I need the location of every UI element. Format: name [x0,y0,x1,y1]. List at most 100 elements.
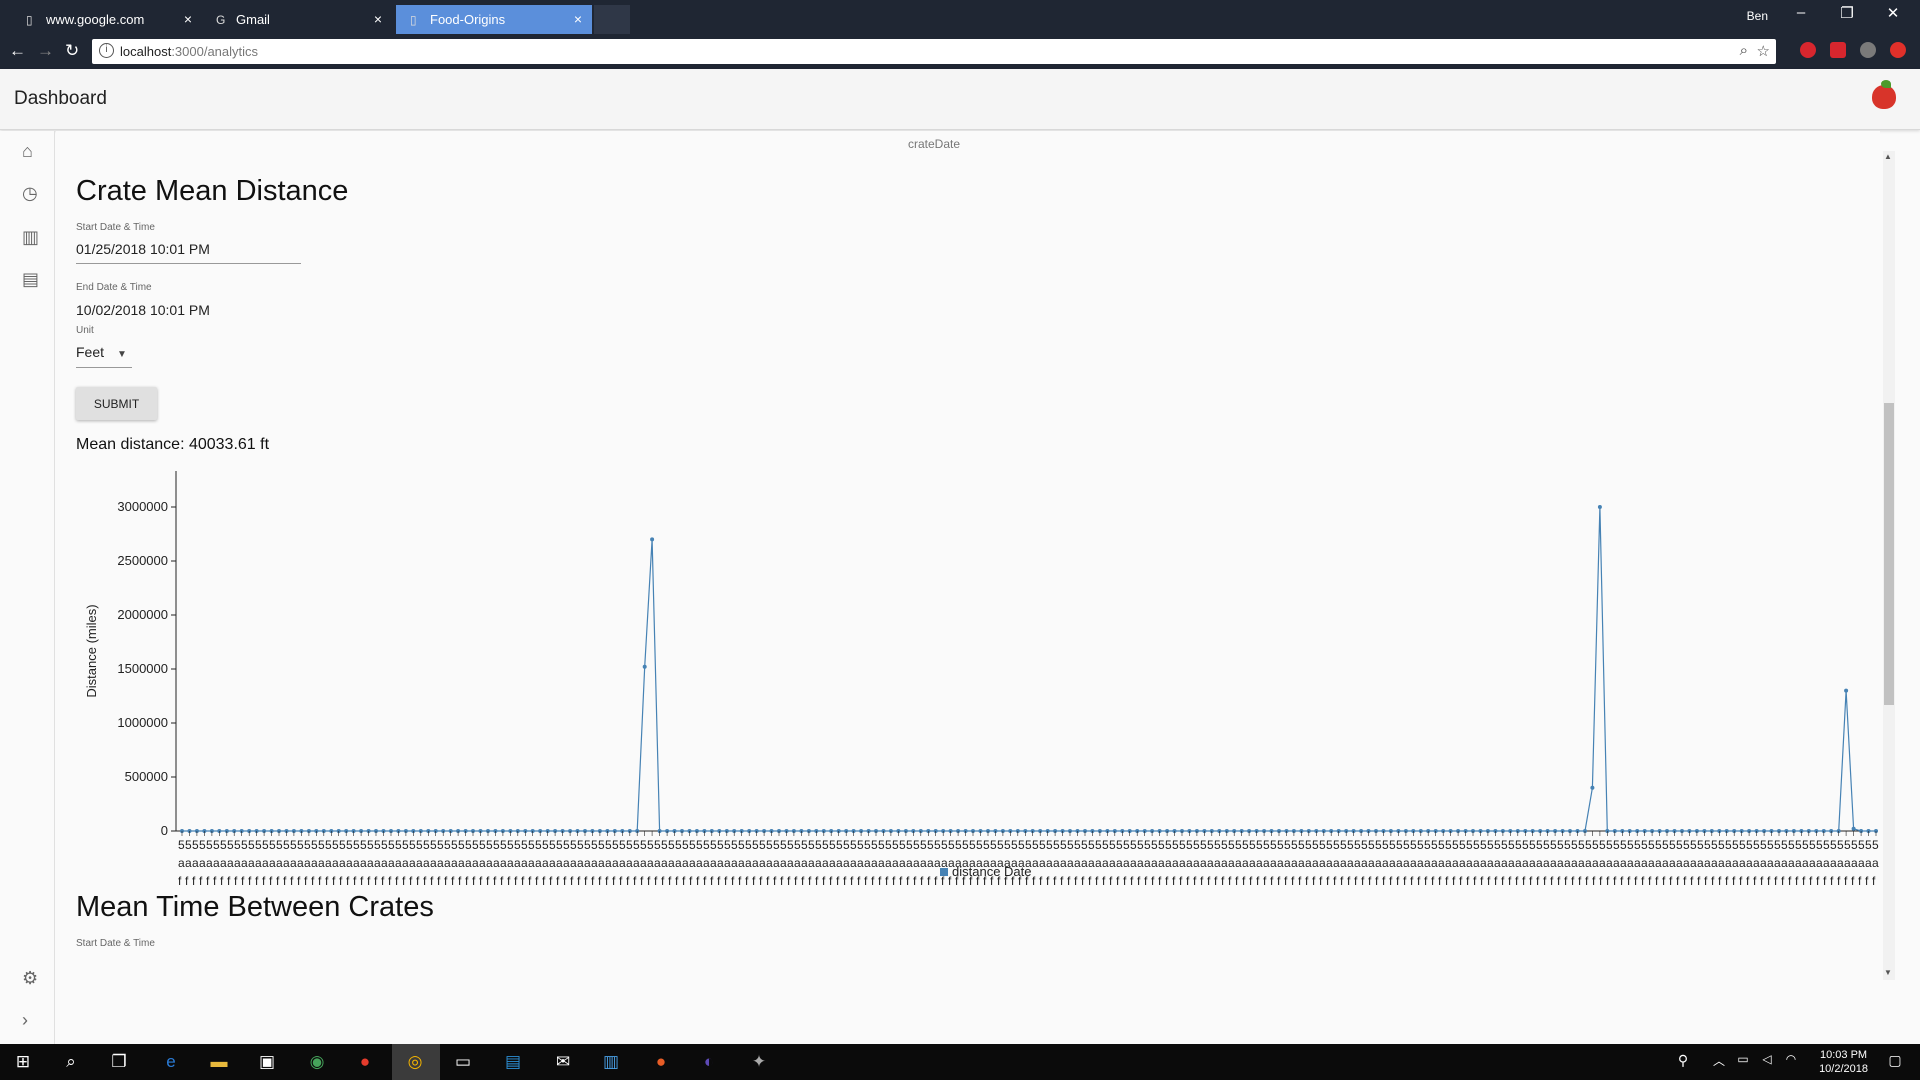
clock[interactable]: 10:03 PM 10/2/2018 [1819,1048,1868,1076]
url-text[interactable]: localhost:3000/analytics [120,44,258,59]
info-icon[interactable]: i [99,43,114,58]
submit-button[interactable]: SUBMIT [76,387,157,420]
extension-icon[interactable] [1890,42,1906,58]
x-tick-label: 5 [220,838,227,852]
unit-select[interactable]: Feet [76,344,104,360]
x-tick-label: 5 [1676,838,1683,852]
volume-icon[interactable]: ◁ [1756,1052,1778,1072]
map-icon[interactable]: ▥ [22,227,39,248]
eclipse-icon[interactable]: ◐ [698,1052,720,1072]
postman-icon[interactable]: ● [650,1052,672,1072]
new-tab-button[interactable] [594,5,630,34]
dashboard-card-icon[interactable]: ▤ [22,269,39,290]
x-tick-label: 5 [892,838,899,852]
wifi-icon[interactable]: ◠ [1780,1052,1802,1072]
back-arrow-icon[interactable]: ← [9,41,26,61]
search-icon[interactable]: ⌕ [60,1052,82,1072]
x-tick-label: a [1641,856,1648,870]
x-tick-label: f [598,874,602,888]
chevron-right-icon[interactable]: › [22,1010,28,1031]
x-tick-label: a [542,856,549,870]
app-icon[interactable]: ▤ [502,1052,524,1072]
windows-start-icon[interactable]: ⊞ [12,1052,34,1072]
mail-icon[interactable]: ✉ [552,1052,574,1072]
close-tab-icon[interactable]: × [184,5,192,34]
battery-icon[interactable]: ▭ [1732,1052,1754,1072]
unit-label: Unit [76,325,94,336]
x-tick-label: f [1592,874,1596,888]
scroll-down-icon[interactable]: ▼ [1884,968,1892,977]
file-explorer-icon[interactable]: ▬ [208,1052,230,1072]
clock-icon[interactable]: ◷ [22,183,38,204]
x-tick-label: f [696,874,700,888]
data-point [1851,826,1856,831]
tab-food-origins[interactable]: ▯ Food-Origins × [396,5,592,34]
close-tab-icon[interactable]: × [374,5,382,34]
chrome-icon[interactable]: ◎ [404,1052,426,1072]
data-point [650,537,655,542]
extension-icon[interactable] [1860,42,1876,58]
tab-google[interactable]: ▯ www.google.com × [12,5,202,34]
strawberry-logo-icon[interactable] [1872,80,1896,109]
notifications-icon[interactable]: ▢ [1884,1052,1906,1072]
x-tick-label: f [1606,874,1610,888]
start-date-input[interactable]: 01/25/2018 10:01 PM [76,241,210,257]
x-tick-label: f [1368,874,1372,888]
x-tick-label: a [185,856,192,870]
scrollbar-thumb[interactable] [1884,403,1894,705]
tab-gmail[interactable]: G Gmail × [202,5,392,34]
app-icon[interactable]: ▥ [600,1052,622,1072]
x-tick-label: 5 [1494,838,1501,852]
app-icon[interactable]: ✦ [748,1052,770,1072]
x-tick-label: a [1424,856,1431,870]
close-window-icon[interactable]: ✕ [1870,4,1916,22]
profile-name[interactable]: Ben [1747,9,1768,23]
end-date-input[interactable]: 10/02/2018 10:01 PM [76,302,210,318]
x-tick-label: 5 [416,838,423,852]
x-tick-label: a [1375,856,1382,870]
x-tick-label: 5 [1277,838,1284,852]
bookmark-star-icon[interactable]: ☆ [1757,42,1770,60]
x-tick-label: f [1634,874,1638,888]
x-tick-label: a [794,856,801,870]
x-tick-label: a [710,856,717,870]
x-tick-label: a [1459,856,1466,870]
x-tick-label: f [227,874,231,888]
x-tick-label: f [745,874,749,888]
home-icon[interactable]: ⌂ [22,141,33,162]
chevron-up-icon[interactable]: ︿ [1708,1052,1730,1072]
x-tick-label: 5 [1025,838,1032,852]
x-tick-label: 5 [1795,838,1802,852]
x-tick-label: f [1340,874,1344,888]
reload-icon[interactable]: ↻ [65,41,79,61]
x-tick-label: 5 [1228,838,1235,852]
zoom-icon[interactable]: ⌕ [1740,42,1748,59]
minimize-icon[interactable]: – [1778,4,1824,21]
x-tick-label: 5 [689,838,696,852]
chevron-down-icon[interactable]: ▼ [117,349,127,360]
close-tab-icon[interactable]: × [574,5,582,34]
x-tick-label: a [465,856,472,870]
edge-icon[interactable]: e [160,1052,182,1072]
x-tick-label: a [878,856,885,870]
x-tick-label: a [388,856,395,870]
x-tick-label: a [199,856,206,870]
forward-arrow-icon[interactable]: → [37,41,54,61]
store-icon[interactable]: ▣ [256,1052,278,1072]
x-tick-label: a [1361,856,1368,870]
x-tick-label: f [1809,874,1813,888]
restore-icon[interactable]: ❐ [1824,4,1870,22]
extension-icon[interactable] [1830,42,1846,58]
x-tick-label: 5 [472,838,479,852]
address-bar[interactable]: i localhost:3000/analytics ⌕ ☆ [92,39,1776,64]
scroll-up-icon[interactable]: ▲ [1884,152,1892,161]
cloud-app-icon[interactable]: ● [354,1052,376,1072]
people-icon[interactable]: ⚲ [1672,1052,1694,1072]
x-tick-label: f [1816,874,1820,888]
gear-icon[interactable]: ⚙ [22,968,38,989]
extension-icon[interactable] [1800,42,1816,58]
x-tick-label: 5 [1746,838,1753,852]
terminal-icon[interactable]: ▭ [452,1052,474,1072]
xbox-icon[interactable]: ◉ [306,1052,328,1072]
task-view-icon[interactable]: ❐ [108,1052,130,1072]
